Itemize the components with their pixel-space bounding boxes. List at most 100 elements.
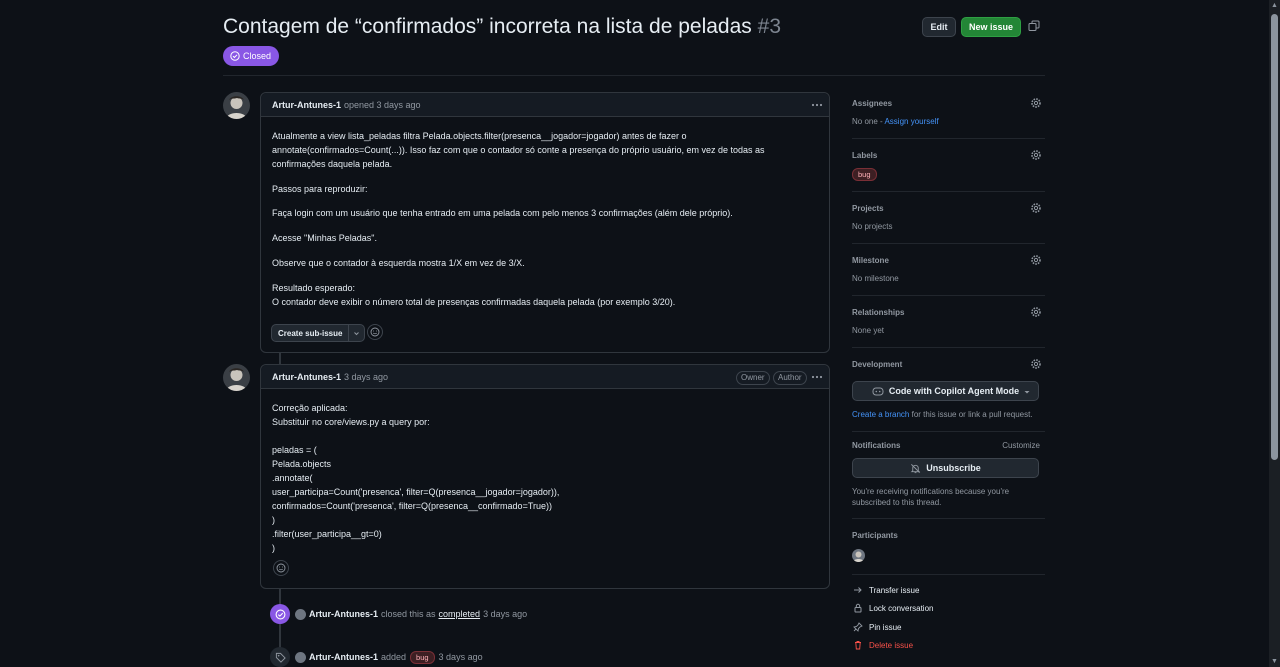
- sidebar-assignees: Assignees No one - Assign yourself: [852, 97, 1045, 126]
- comment-paragraph: Faça login com um usuário que tenha entr…: [272, 208, 733, 218]
- event-time[interactable]: 3 days ago: [439, 652, 483, 662]
- sidebar-divider: [852, 347, 1045, 348]
- scroll-down-icon[interactable]: ▼: [1271, 658, 1278, 665]
- closed-event-icon: [270, 604, 290, 624]
- unsubscribe-label: Unsubscribe: [926, 463, 981, 473]
- code-line: .filter(user_participa__gt=0): [272, 529, 382, 539]
- issue-body-comment: Artur-Antunes-1 opened 3 days ago Atualm…: [260, 92, 830, 353]
- code-line: peladas = (: [272, 445, 317, 455]
- sidebar-divider: [852, 518, 1045, 519]
- code-line: Pelada.objects: [272, 459, 332, 469]
- gear-icon[interactable]: [1030, 97, 1042, 109]
- kebab-menu-icon[interactable]: [811, 99, 823, 111]
- code-line: user_participa=Count('presenca', filter=…: [272, 487, 560, 497]
- comment-line: Correção aplicada:: [272, 403, 348, 413]
- scroll-up-icon[interactable]: ▲: [1271, 2, 1278, 9]
- issue-title-text: Contagem de “confirmados” incorreta na l…: [223, 15, 752, 38]
- transfer-issue-action[interactable]: Transfer issue: [852, 585, 919, 595]
- customize-link[interactable]: Customize: [1002, 441, 1040, 450]
- header-divider: [223, 75, 1045, 76]
- event-author[interactable]: Artur-Antunes-1: [309, 609, 378, 619]
- code-line: ): [272, 515, 275, 525]
- bug-label[interactable]: bug: [852, 168, 877, 181]
- development-heading: Development: [852, 360, 903, 369]
- gear-icon[interactable]: [1030, 306, 1042, 318]
- event-author[interactable]: Artur-Antunes-1: [309, 652, 378, 662]
- gear-icon[interactable]: [1030, 254, 1042, 266]
- avatar[interactable]: [223, 92, 250, 119]
- development-note-text: for this issue or link a pull request.: [909, 410, 1033, 419]
- issue-title: Contagem de “confirmados” incorreta na l…: [223, 15, 781, 39]
- comment-author[interactable]: Artur-Antunes-1: [272, 100, 341, 110]
- comment-paragraph: Observe que o contador à esquerda mostra…: [272, 258, 525, 268]
- event-time[interactable]: 3 days ago: [483, 609, 527, 619]
- add-reaction-button[interactable]: [273, 560, 289, 576]
- milestone-value: No milestone: [852, 274, 899, 283]
- copilot-agent-button[interactable]: Code with Copilot Agent Mode: [852, 381, 1039, 401]
- lock-conversation-action[interactable]: Lock conversation: [852, 603, 933, 613]
- trash-icon: [852, 640, 864, 650]
- gear-icon[interactable]: [1030, 149, 1042, 161]
- transfer-issue-label: Transfer issue: [869, 585, 920, 595]
- sidebar-labels: Labels bug: [852, 149, 1045, 181]
- create-branch-link[interactable]: Create a branch: [852, 410, 909, 419]
- labeled-event: Artur-Antunes-1 added bug 3 days ago: [270, 647, 483, 667]
- gear-icon[interactable]: [1030, 358, 1042, 370]
- add-reaction-button[interactable]: [367, 324, 383, 340]
- relationships-value: None yet: [852, 326, 885, 335]
- copilot-icon: [872, 387, 884, 396]
- comment-timestamp: 3 days ago: [344, 371, 389, 382]
- sidebar-divider: [852, 295, 1045, 296]
- participants-heading: Participants: [852, 531, 898, 540]
- pin-issue-label: Pin issue: [869, 622, 902, 632]
- labels-heading: Labels: [852, 151, 878, 160]
- delete-issue-label: Delete issue: [869, 640, 914, 650]
- create-subissue-button[interactable]: Create sub-issue: [271, 324, 366, 342]
- pin-icon: [852, 622, 864, 632]
- user-avatar-icon: [853, 551, 864, 562]
- pin-issue-action[interactable]: Pin issue: [852, 622, 901, 632]
- status-label: Closed: [243, 51, 272, 61]
- sidebar-milestone: Milestone No milestone: [852, 254, 1045, 283]
- copy-link-icon[interactable]: [1028, 20, 1040, 32]
- assign-yourself-link[interactable]: Assign yourself: [884, 117, 938, 126]
- scrollbar-thumb[interactable]: [1271, 14, 1278, 460]
- comment-paragraph: Resultado esperado:: [272, 283, 356, 293]
- sidebar-notifications: Notifications Customize: [852, 441, 1045, 450]
- arrow-right-icon: [852, 585, 864, 595]
- sidebar-divider: [852, 431, 1045, 432]
- check-circle-icon: [230, 51, 240, 61]
- sidebar-divider: [852, 574, 1045, 575]
- milestone-heading: Milestone: [852, 256, 889, 265]
- closed-event: Artur-Antunes-1 closed this as completed…: [270, 604, 527, 624]
- code-line: confirmados=Count('presenca', filter=Q(p…: [272, 501, 552, 511]
- gear-icon[interactable]: [1030, 202, 1042, 214]
- event-text: added: [381, 652, 407, 662]
- lock-icon: [852, 603, 864, 613]
- user-avatar-icon: [223, 92, 250, 119]
- mini-avatar[interactable]: [295, 651, 306, 663]
- mini-avatar[interactable]: [295, 608, 306, 620]
- comment-body: Correção aplicada: Substituir no core/vi…: [261, 389, 829, 555]
- status-badge: Closed: [223, 46, 280, 66]
- chevron-down-icon[interactable]: [348, 325, 364, 341]
- comment-paragraph: Acesse "Minhas Peladas".: [272, 233, 377, 243]
- user-avatar-icon: [223, 364, 250, 391]
- notifications-note: You're receiving notifications because y…: [852, 487, 1010, 507]
- kebab-menu-icon[interactable]: [811, 371, 823, 383]
- delete-issue-action[interactable]: Delete issue: [852, 640, 913, 650]
- avatar[interactable]: [223, 364, 250, 391]
- chevron-down-icon[interactable]: [1023, 388, 1031, 396]
- unsubscribe-button[interactable]: Unsubscribe: [852, 458, 1039, 478]
- completed-link[interactable]: completed: [439, 609, 481, 619]
- comment-paragraph: Atualmente a view lista_peladas filtra P…: [272, 131, 765, 169]
- sidebar-participants: Participants: [852, 531, 1045, 562]
- comment-author[interactable]: Artur-Antunes-1: [272, 372, 341, 382]
- new-issue-button[interactable]: New issue: [961, 17, 1021, 37]
- edit-button[interactable]: Edit: [922, 17, 956, 37]
- create-subissue-label: Create sub-issue: [278, 328, 343, 338]
- participant-avatar[interactable]: [852, 549, 865, 562]
- bug-label[interactable]: bug: [410, 650, 435, 664]
- comment-timestamp: opened 3 days ago: [344, 99, 421, 110]
- page-scrollbar[interactable]: ▲ ▼: [1269, 0, 1280, 667]
